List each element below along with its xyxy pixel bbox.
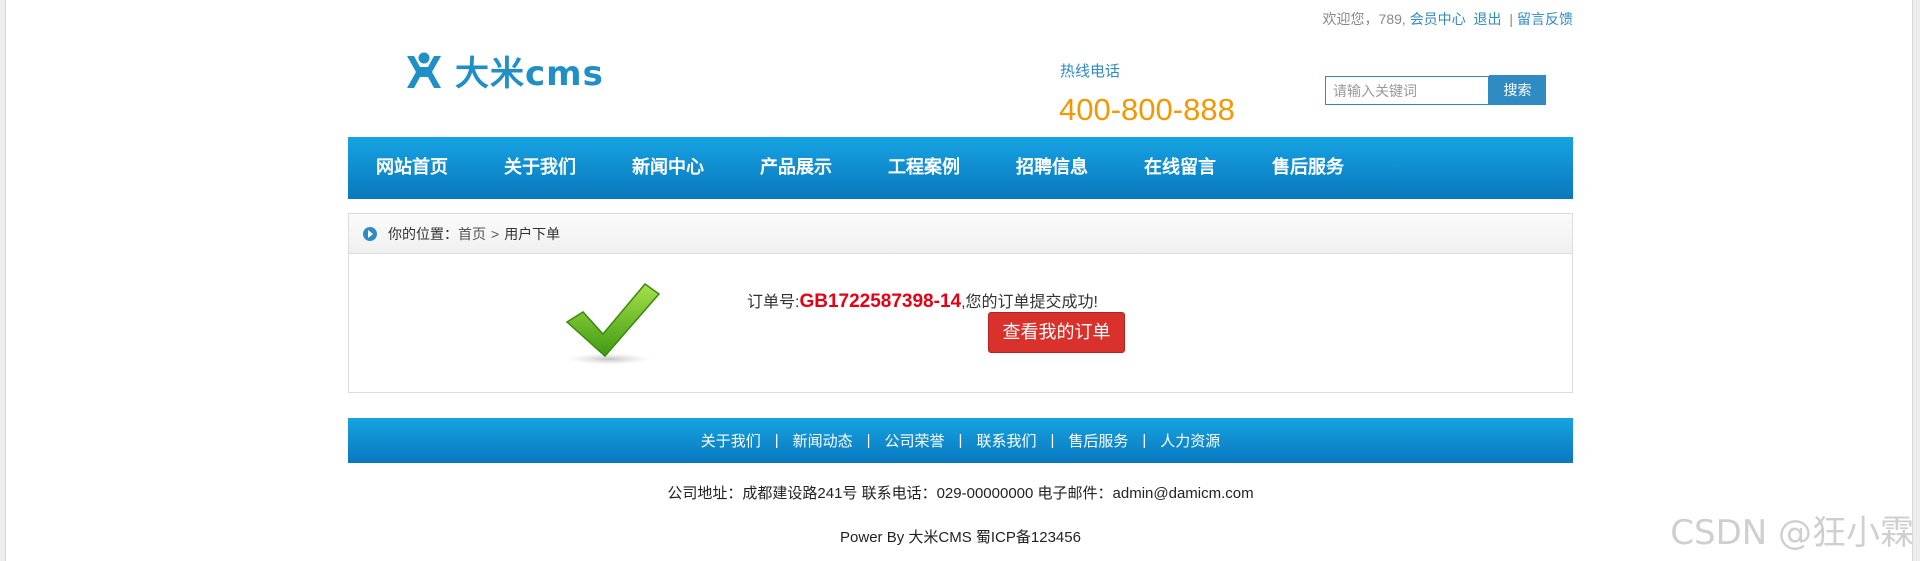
footer-link-contact[interactable]: 联系我们 [976,430,1036,451]
nav-item-products[interactable]: 产品展示 [732,137,860,199]
order-prefix: 订单号: [747,294,800,311]
topbar-divider: | [1509,11,1513,27]
footer-powered-by: Power By 大米CMS 蜀ICP备123456 [840,529,1081,546]
user-topbar: 欢迎您，789, 会员中心 退出 | 留言反馈 [1323,9,1573,29]
main-nav: 网站首页 关于我们 新闻中心 产品展示 工程案例 招聘信息 在线留言 售后服务 [348,137,1573,199]
logo-text: 大米cms [455,54,604,94]
footer-nav: 关于我们 | 新闻动态 | 公司荣誉 | 联系我们 | 售后服务 | 人力资源 [348,418,1573,463]
nav-item-news[interactable]: 新闻中心 [604,137,732,199]
search-input[interactable] [1325,76,1489,105]
breadcrumb: 你的位置： 首页 > 用户下单 [349,214,1572,254]
hotline-label: 热线电话 [1060,63,1121,80]
welcome-text: 欢迎您，789, [1322,11,1406,27]
footer-separator: | [774,432,779,449]
search-button[interactable]: 搜索 [1489,75,1546,105]
site-logo[interactable]: 大米cms [405,46,604,95]
window-left-border [0,0,6,561]
feedback-link[interactable]: 留言反馈 [1517,11,1573,27]
footer-link-news[interactable]: 新闻动态 [793,430,853,451]
footer-contact-info: 公司地址：成都建设路241号 联系电话：029-00000000 电子邮件：ad… [667,485,1254,502]
logout-link[interactable]: 退出 [1473,11,1501,27]
breadcrumb-current: 用户下单 [504,225,561,242]
footer-separator: | [1142,432,1147,449]
view-my-orders-button[interactable]: 查看我的订单 [988,312,1125,353]
footer-separator: | [1050,432,1055,449]
nav-item-message[interactable]: 在线留言 [1116,137,1244,199]
order-confirmation-text: 订单号:GB1722587398-14,您的订单提交成功! [747,288,1098,313]
footer-separator: | [866,432,871,449]
nav-item-about[interactable]: 关于我们 [476,137,604,199]
search-box: 搜索 [1325,75,1546,105]
footer-link-honors[interactable]: 公司荣誉 [885,430,945,451]
check-mark-icon [565,282,661,365]
breadcrumb-home-link[interactable]: 首页 [458,224,486,244]
nav-item-jobs[interactable]: 招聘信息 [988,137,1116,199]
footer-link-about[interactable]: 关于我们 [701,430,761,451]
footer-separator: | [958,432,963,449]
breadcrumb-arrow: > [491,225,500,242]
nav-item-service[interactable]: 售后服务 [1244,137,1372,199]
person-icon [407,52,441,88]
order-result-body: 订单号:GB1722587398-14,您的订单提交成功! 查看我的订单 [349,254,1572,392]
nav-item-home[interactable]: 网站首页 [348,137,476,199]
order-result-panel: 你的位置： 首页 > 用户下单 订单号:GB1722587398-14,您的订单… [348,213,1573,393]
order-number: GB1722587398-14 [799,291,962,312]
arrow-circle-icon [363,226,377,241]
footer-link-service[interactable]: 售后服务 [1068,430,1128,451]
footer-link-hr[interactable]: 人力资源 [1160,430,1220,451]
breadcrumb-label: 你的位置： [388,225,458,242]
member-center-link[interactable]: 会员中心 [1410,11,1466,27]
order-success-message: ,您的订单提交成功! [961,294,1098,311]
hotline-number: 400-800-888 [1059,92,1235,127]
nav-item-cases[interactable]: 工程案例 [860,137,988,199]
window-right-border [1912,0,1920,561]
watermark: CSDN @狂小霖 [1670,513,1914,553]
